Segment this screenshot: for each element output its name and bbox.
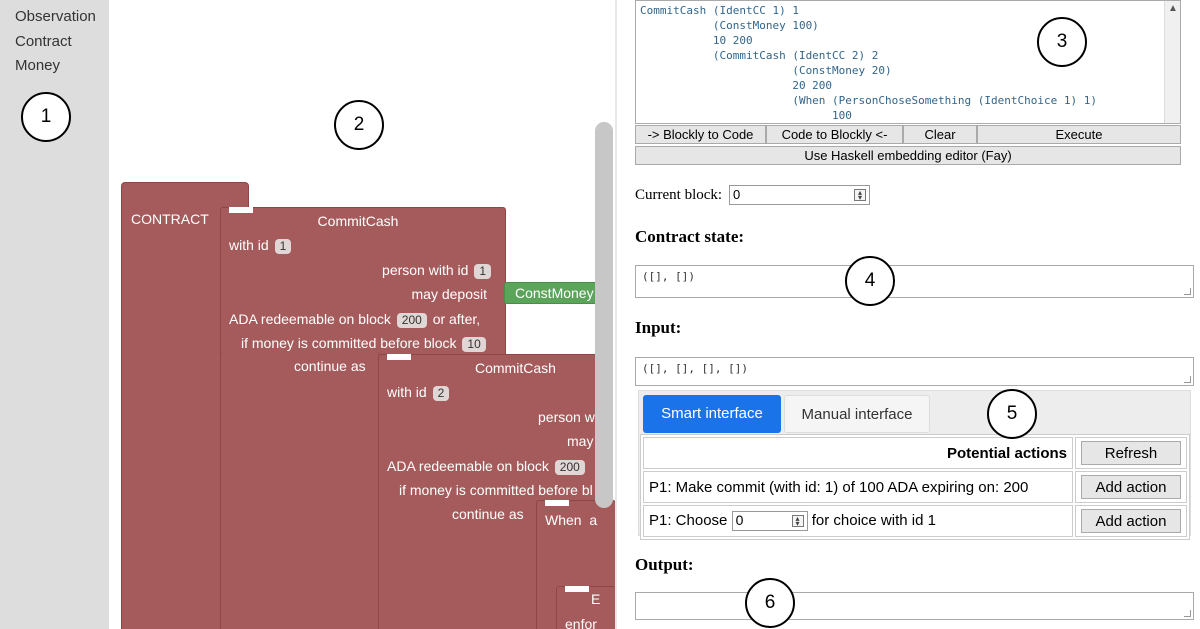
scroll-up-icon[interactable]: ▲ [1168,3,1178,14]
may-deposit-label: may deposit [411,286,487,302]
choice-value-input[interactable]: 0 ▴ ▾ [731,511,808,531]
blockly-to-code-button[interactable]: -> Blockly to Code [635,125,766,144]
execute-button[interactable]: Execute [977,125,1181,144]
tab-smart-interface[interactable]: Smart interface [643,395,781,433]
continue-as-label: continue as [294,358,366,374]
choice-suffix-label: for choice with id 1 [811,511,936,529]
input-heading: Input: [635,318,682,337]
toolbox-item-money[interactable]: Money [15,57,60,74]
tab-manual-interface[interactable]: Manual interface [784,395,930,433]
action-description: P1: Make commit (with id: 1) of 100 ADA … [643,471,1073,503]
spinner-arrows-icon[interactable]: ▴ ▾ [854,189,866,202]
choice-action-cell: P1: Choose 0 ▴ ▾ for choice with id 1 [643,505,1073,537]
panel-divider [615,0,617,629]
toolbox-item-contract[interactable]: Contract [15,33,72,50]
ada-redeemable-label: ADA redeemable on block [387,458,549,474]
may-label: may [567,433,594,449]
input-value: ([], [], [], []) [642,362,748,375]
code-editor[interactable]: CommitCash (IdentCC 1) 1 (ConstMoney 100… [635,0,1181,124]
clear-button[interactable]: Clear [903,125,977,144]
or-after-label: or after, [432,311,481,327]
person-id-field[interactable]: 1 [474,264,491,279]
add-action-button[interactable]: Add action [1081,475,1181,499]
contract-state-heading: Contract state: [635,227,745,246]
output-textarea[interactable] [635,592,1194,620]
table-header-row: Potential actions Refresh [643,437,1187,469]
commit-cash-block-1[interactable]: CommitCash with id 1 person with id 1 ma… [220,207,506,357]
contract-state-textarea[interactable]: ([], []) [635,265,1194,298]
annotation-marker-6: 6 [745,578,795,628]
redeem-block-field[interactable]: 200 [396,313,427,328]
commit-cash-1-body: continue as [220,352,380,629]
commit-cash-1-id-row: with id 1 [229,237,293,254]
ada-redeemable-label: ADA redeemable on block [229,311,391,327]
current-block-value: 0 [733,187,741,202]
code-to-blockly-button[interactable]: Code to Blockly <- [766,125,903,144]
person-with-id-label: person with id [382,262,469,278]
output-heading: Output: [635,555,694,574]
id-field[interactable]: 1 [274,239,292,254]
current-block-label: Current block: [635,187,723,203]
commit-cash-2-redeem-row: ADA redeemable on block 200 [387,458,587,475]
commit-cash-2-id-row: with id 2 [387,384,451,401]
commit-cash-1-redeem-row: ADA redeemable on block 200 or after, [229,311,480,328]
annotation-marker-3: 3 [1037,17,1087,67]
annotation-marker-1: 1 [21,92,71,142]
table-row: P1: Make commit (with id: 1) of 100 ADA … [643,471,1187,503]
block-notch [387,354,411,360]
haskell-button-row: Use Haskell embedding editor (Fay) [635,146,1181,165]
contract-label: CONTRACT [131,211,209,227]
potential-actions-table: Potential actions Refresh P1: Make commi… [640,434,1190,540]
input-textarea[interactable]: ([], [], [], []) [635,357,1194,386]
blockly-workspace[interactable]: CONTRACT CommitCash with id 1 person wit… [109,2,616,629]
commit-cash-1-title: CommitCash [317,213,399,229]
annotation-marker-4: 4 [845,256,895,306]
code-scrollbar[interactable]: ▲ [1164,1,1180,123]
with-id-label: with id [387,384,427,400]
code-text[interactable]: CommitCash (IdentCC 1) 1 (ConstMoney 100… [636,1,1180,123]
annotation-marker-2: 2 [334,100,384,150]
commit-cash-1-person-row: person with id 1 [382,262,493,279]
nested-block-label-2: enfor [565,616,597,629]
const-money-label: ConstMoney [515,285,594,301]
person-with-label: person w [538,409,595,425]
resize-grip-icon[interactable] [1184,288,1191,295]
refresh-button[interactable]: Refresh [1081,441,1181,465]
if-committed-label: if money is committed before bl [399,482,593,498]
contract-state-value: ([], []) [642,270,695,283]
when-label: When a [545,512,598,528]
commit-block-field[interactable]: 10 [462,337,486,352]
haskell-editor-button[interactable]: Use Haskell embedding editor (Fay) [635,146,1181,165]
table-row: P1: Choose 0 ▴ ▾ for choice with id 1 Add… [643,505,1187,537]
nested-block[interactable]: E enfor [556,586,616,629]
spinner-arrows-icon[interactable]: ▴ ▾ [791,515,804,528]
annotation-marker-5: 5 [987,389,1037,439]
id-field[interactable]: 2 [432,386,450,401]
resize-grip-icon[interactable] [1184,376,1191,383]
resize-grip-icon[interactable] [1184,610,1191,617]
block-notch [565,586,589,592]
current-block-input[interactable]: 0 ▴ ▾ [729,185,870,205]
toolbox-item-observation[interactable]: Observation [15,8,96,25]
nested-block-label: E [591,591,601,607]
redeem-block-field[interactable]: 200 [554,460,585,475]
commit-cash-1-expire-row: if money is committed before block 10 [241,335,488,352]
add-action-button[interactable]: Add action [1081,509,1181,533]
commit-cash-2-title: CommitCash [475,360,556,376]
const-money-block[interactable]: ConstMoney [504,282,604,304]
potential-actions-header: Potential actions [643,437,1073,469]
if-committed-label: if money is committed before block [241,335,457,351]
continue-as-label: continue as [452,506,524,522]
choose-label: P1: Choose [649,511,728,529]
code-button-row: -> Blockly to Code Code to Blockly <- Cl… [635,125,1181,144]
with-id-label: with id [229,237,269,253]
block-notch [545,500,569,506]
workspace-scrollbar[interactable] [595,122,613,508]
